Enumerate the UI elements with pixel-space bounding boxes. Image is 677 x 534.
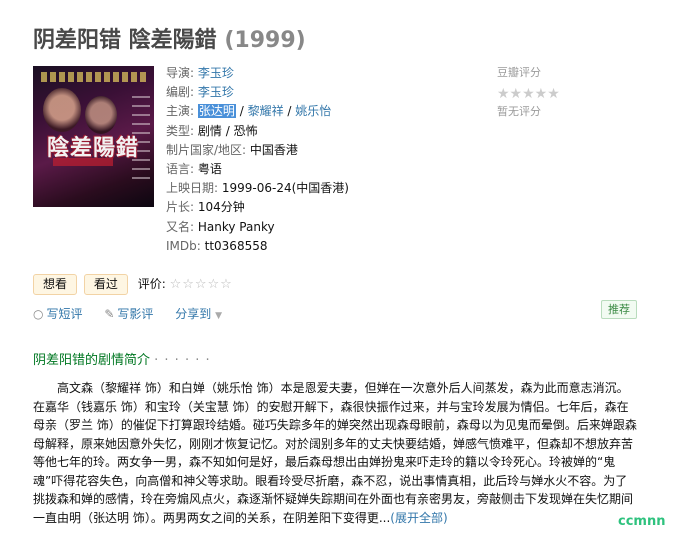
- douban-rating: 豆瓣评分 ★★★★★ 暂无评分: [497, 64, 617, 119]
- movie-info: 导演: 李玉珍 编剧: 李玉珍 主演: 张达明 / 黎耀祥 / 姚乐怡 类型: …: [166, 66, 349, 253]
- language-label: 语言:: [166, 161, 195, 176]
- imdb-value: tt0368558: [204, 238, 268, 253]
- page-title: 阴差阳错 陰差陽錯 (1999): [33, 22, 306, 54]
- share-link[interactable]: 分享到: [175, 307, 211, 321]
- synopsis-title: 阴差阳错的剧情简介: [33, 353, 151, 368]
- poster-top-text: [41, 72, 146, 82]
- watched-button[interactable]: 看过: [83, 274, 128, 295]
- writer-label: 编剧:: [166, 85, 195, 100]
- synopsis-heading: 阴差阳错的剧情简介 · · · · · ·: [33, 349, 211, 368]
- rating-label: 豆瓣评分: [497, 66, 541, 79]
- genre-value: 恐怖: [233, 123, 258, 138]
- director-label: 导演:: [166, 66, 195, 80]
- action-bar: ○ 写短评 ✎ 写影评 分享到 ▼: [33, 305, 222, 322]
- imdb-label: IMDb:: [166, 238, 201, 253]
- region-label: 制片国家/地区:: [166, 142, 247, 157]
- language-value: 粤语: [197, 161, 222, 176]
- want-to-watch-button[interactable]: 想看: [33, 274, 78, 295]
- writer-link[interactable]: 李玉珍: [198, 85, 234, 99]
- heading-dots: · · · · · ·: [154, 353, 211, 368]
- cast-link[interactable]: 黎耀祥: [248, 104, 284, 118]
- write-review-link[interactable]: 写影评: [117, 307, 153, 321]
- release-value: 1999-06-24(中国香港): [221, 181, 349, 196]
- genre-value: 剧情: [197, 123, 222, 138]
- release-label: 上映日期:: [166, 181, 219, 196]
- genre-label: 类型:: [166, 123, 195, 138]
- cast-link[interactable]: 张达明: [197, 104, 236, 119]
- chevron-down-icon: ▼: [215, 311, 222, 321]
- rate-stars-input[interactable]: ☆☆☆☆☆: [170, 277, 233, 292]
- rating-stars: ★★★★★: [497, 86, 560, 102]
- watermark: ccmnn: [618, 514, 666, 529]
- runtime-value: 104分钟: [197, 200, 245, 215]
- cast-separator: /: [283, 104, 296, 119]
- cast-label: 主演:: [166, 104, 195, 119]
- poster-red-band: [53, 158, 113, 166]
- rate-label: 评价:: [137, 277, 166, 291]
- director-link[interactable]: 李玉珍: [198, 66, 234, 80]
- pencil-icon: ✎: [104, 307, 115, 321]
- expand-all-link[interactable]: (展开全部): [390, 511, 447, 525]
- movie-title: 阴差阳错 陰差陽錯: [33, 28, 217, 53]
- movie-poster[interactable]: 陰差陽錯: [33, 66, 154, 207]
- no-rating-text: 暂无评分: [497, 105, 541, 118]
- aka-label: 又名:: [166, 219, 195, 234]
- synopsis-text: 高文森（黎耀祥 饰）和白婵（姚乐怡 饰）本是恩爱夫妻，但婵在一次意外后人间蒸发，…: [33, 379, 637, 527]
- synopsis-body: 高文森（黎耀祥 饰）和白婵（姚乐怡 饰）本是恩爱夫妻，但婵在一次意外后人间蒸发，…: [33, 381, 637, 525]
- chat-bubble-icon: ○: [33, 307, 44, 321]
- poster-face: [43, 88, 81, 132]
- interest-buttons: 想看 看过 评价: ☆☆☆☆☆: [33, 274, 233, 295]
- aka-value: Hanky Panky: [197, 219, 275, 234]
- poster-face: [85, 96, 117, 134]
- cast-link[interactable]: 姚乐怡: [295, 104, 331, 118]
- recommend-button[interactable]: 推荐: [601, 300, 637, 319]
- cast-separator: /: [235, 104, 248, 119]
- write-short-review-link[interactable]: 写短评: [46, 307, 82, 321]
- movie-year: (1999): [224, 28, 306, 53]
- region-value: 中国香港: [249, 142, 298, 157]
- runtime-label: 片长:: [166, 200, 195, 215]
